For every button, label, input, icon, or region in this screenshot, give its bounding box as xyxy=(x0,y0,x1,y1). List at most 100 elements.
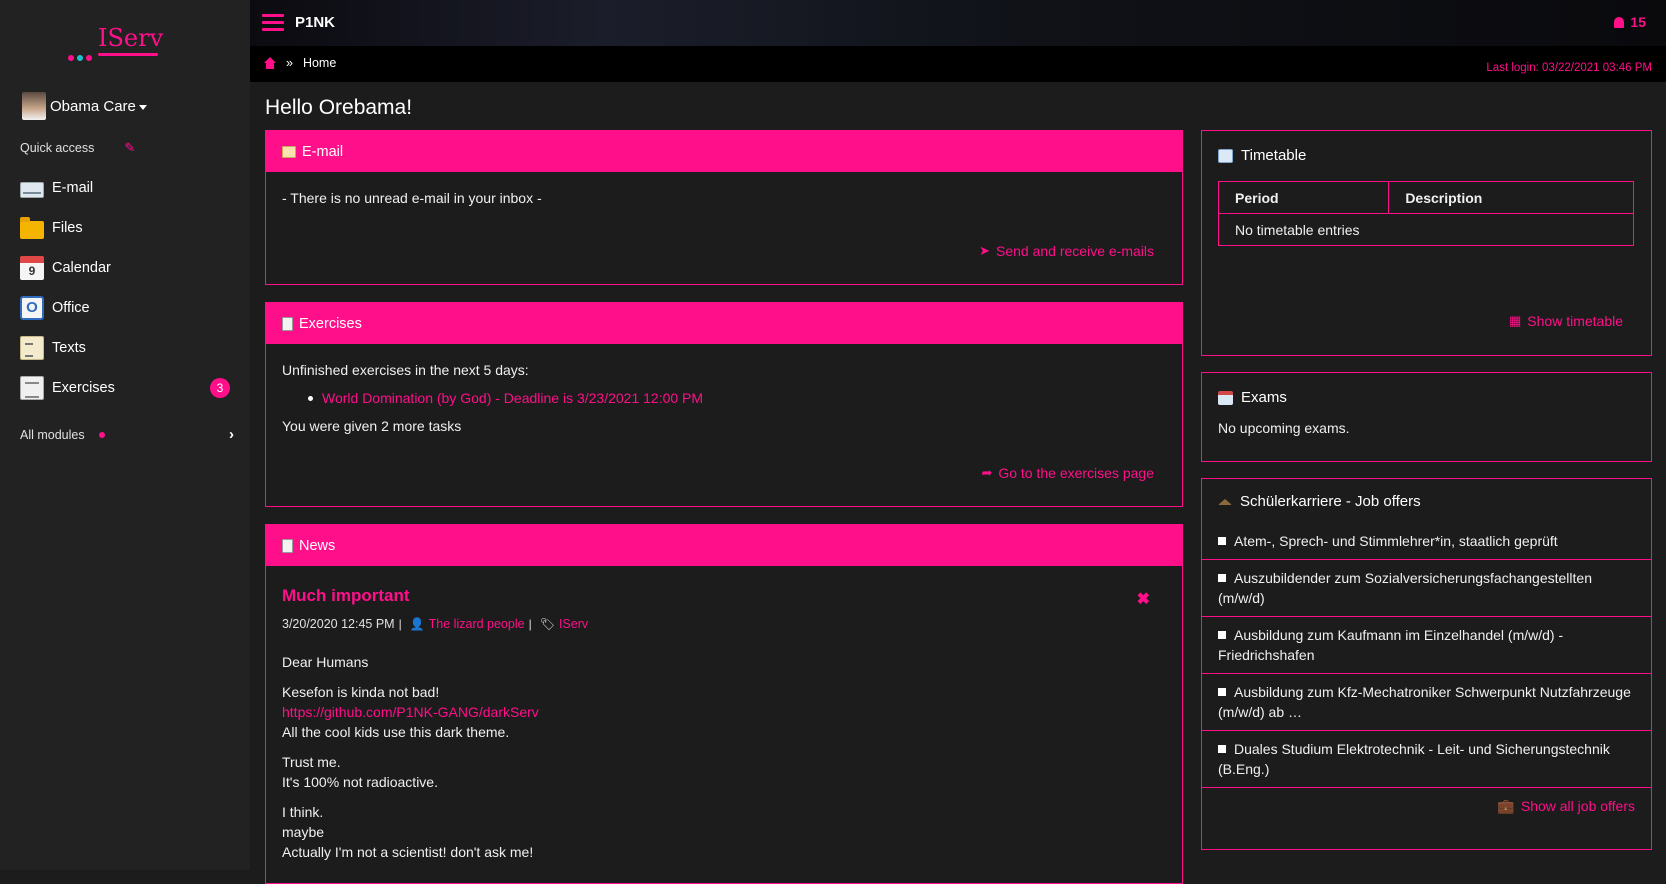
sidebar-item-exercises[interactable]: Exercises 3 xyxy=(0,368,250,408)
pencil-icon[interactable]: ✎ xyxy=(124,140,135,156)
table-row: No timetable entries xyxy=(1218,213,1634,246)
texts-icon xyxy=(20,336,44,360)
timetable-panel-header: Timetable xyxy=(1202,131,1651,164)
job-offer-title: Atem-, Sprech- und Stimmlehrer*in, staat… xyxy=(1234,533,1558,549)
timetable-icon xyxy=(1218,148,1233,163)
news-paragraph: Kesefon is kinda not bad! https://github… xyxy=(282,682,1166,742)
news-paragraph: I think. maybe Actually I'm not a scient… xyxy=(282,802,1166,862)
column-header-description: Description xyxy=(1388,181,1634,214)
user-icon: 👤 xyxy=(409,617,425,631)
job-offer-title: Auszubildender zum Sozialversicherungsfa… xyxy=(1218,570,1592,606)
sidebar-item-label: E-mail xyxy=(52,180,94,196)
job-offer-title: Duales Studium Elektrotechnik - Leit- un… xyxy=(1218,741,1610,777)
list-item[interactable]: Duales Studium Elektrotechnik - Leit- un… xyxy=(1202,730,1651,787)
sidebar-item-office[interactable]: O Office xyxy=(0,288,250,328)
send-receive-emails-link[interactable]: ➤ Send and receive e-mails xyxy=(979,243,1154,259)
news-post-tag[interactable]: IServ xyxy=(559,614,588,634)
mail-icon xyxy=(20,182,44,198)
square-bullet-icon xyxy=(1218,537,1226,545)
chevron-right-icon: › xyxy=(229,426,234,443)
timetable-empty: No timetable entries xyxy=(1218,213,1634,246)
job-offer-title: Ausbildung zum Kaufmann im Einzelhandel … xyxy=(1218,627,1564,663)
job-offers-panel-header: Schülerkarriere - Job offers xyxy=(1202,479,1651,510)
exercises-count-badge: 3 xyxy=(210,378,230,398)
list-item[interactable]: Ausbildung zum Kfz-Mechatroniker Schwerp… xyxy=(1202,673,1651,730)
mail-icon xyxy=(282,145,296,158)
news-line: I think. xyxy=(282,804,324,820)
job-offer-title: Ausbildung zum Kfz-Mechatroniker Schwerp… xyxy=(1218,684,1631,720)
show-timetable-link[interactable]: ▦ Show timetable xyxy=(1509,313,1623,329)
briefcase-icon: 💼 xyxy=(1497,798,1515,814)
clipboard-icon xyxy=(282,316,293,331)
news-link[interactable]: https://github.com/P1NK-GANG/darkServ xyxy=(282,704,539,720)
sidebar-item-calendar[interactable]: 9 Calendar xyxy=(0,248,250,288)
email-panel-body: - There is no unread e-mail in your inbo… xyxy=(266,172,1182,224)
news-line: All the cool kids use this dark theme. xyxy=(282,724,510,740)
sidebar-item-label: Texts xyxy=(52,340,86,356)
news-line: maybe xyxy=(282,824,325,840)
exercises-panel: Exercises Unfinished exercises in the ne… xyxy=(265,302,1183,507)
breadcrumb-current: Home xyxy=(302,56,337,70)
sidebar-item-texts[interactable]: Texts xyxy=(0,328,250,368)
show-all-job-offers-link[interactable]: 💼 Show all job offers xyxy=(1497,798,1635,814)
news-post-author[interactable]: The lizard people xyxy=(429,614,525,634)
sidebar-item-label: Files xyxy=(52,220,83,236)
folder-icon xyxy=(20,217,44,239)
sidebar: IServ Obama Care Quick access ✎ E-mail F… xyxy=(0,0,250,870)
send-icon: ➤ xyxy=(979,243,991,258)
news-line: Trust me. xyxy=(282,754,341,770)
avatar xyxy=(22,92,46,120)
exercises-panel-body: Unfinished exercises in the next 5 days:… xyxy=(266,344,1182,452)
square-bullet-icon xyxy=(1218,631,1226,639)
timetable-panel-title: Timetable xyxy=(1241,147,1307,164)
sidebar-item-email[interactable]: E-mail xyxy=(0,168,250,208)
hamburger-menu-icon[interactable] xyxy=(262,14,284,32)
timetable-panel: Timetable Period Description No timetabl… xyxy=(1201,130,1652,356)
show-timetable-label: Show timetable xyxy=(1527,313,1623,329)
sidebar-item-files[interactable]: Files xyxy=(0,208,250,248)
list-item[interactable]: Auszubildender zum Sozialversicherungsfa… xyxy=(1202,559,1651,616)
task-list: World Domination (by God) - Deadline is … xyxy=(308,388,1166,408)
exams-calendar-icon xyxy=(1218,390,1233,405)
close-icon[interactable]: ✖ xyxy=(1137,589,1150,609)
exams-panel-header: Exams xyxy=(1202,373,1651,406)
square-bullet-icon xyxy=(1218,745,1226,753)
exercises-panel-header: Exercises xyxy=(266,303,1182,344)
go-to-exercises-link[interactable]: ➦ Go to the exercises page xyxy=(981,465,1154,481)
news-line: Kesefon is kinda not bad! xyxy=(282,684,440,700)
list-item[interactable]: Ausbildung zum Kaufmann im Einzelhandel … xyxy=(1202,616,1651,673)
column-header-period: Period xyxy=(1217,181,1390,214)
calendar-icon: 9 xyxy=(20,256,44,280)
news-panel-title: News xyxy=(299,537,336,554)
news-post-title[interactable]: Much important xyxy=(282,586,1166,606)
breadcrumb-separator: » xyxy=(286,56,293,70)
show-all-job-offers-label: Show all job offers xyxy=(1520,798,1635,814)
top-bar-title: P1NK xyxy=(295,14,336,31)
news-panel: News ✖ Much important 3/20/2020 12:45 PM… xyxy=(265,524,1183,884)
exercises-icon xyxy=(20,376,44,400)
list-item[interactable]: Atem-, Sprech- und Stimmlehrer*in, staat… xyxy=(1202,523,1651,559)
notifications-button[interactable]: 15 xyxy=(1614,14,1646,30)
user-menu[interactable]: Obama Care xyxy=(22,92,147,120)
home-icon[interactable] xyxy=(264,57,276,69)
exams-panel: Exams No upcoming exams. xyxy=(1201,372,1652,462)
square-bullet-icon xyxy=(1218,574,1226,582)
newspaper-icon xyxy=(282,538,293,553)
task-link[interactable]: World Domination (by God) - Deadline is … xyxy=(322,390,703,406)
quick-access: Quick access ✎ xyxy=(20,140,135,156)
timetable-table: Period Description No timetable entries xyxy=(1217,181,1634,246)
job-offers-panel: Schülerkarriere - Job offers Atem-, Spre… xyxy=(1201,478,1652,850)
exams-empty: No upcoming exams. xyxy=(1218,420,1350,436)
exercises-intro: Unfinished exercises in the next 5 days: xyxy=(282,362,529,378)
sidebar-nav: E-mail Files 9 Calendar O Office Texts E… xyxy=(0,168,250,408)
all-modules-label: All modules xyxy=(20,427,85,442)
news-line: Actually I'm not a scientist! don't ask … xyxy=(282,844,534,860)
all-modules-toggle[interactable]: All modules › xyxy=(20,426,234,443)
news-post-meta: 3/20/2020 12:45 PM | 👤 The lizard people… xyxy=(282,614,1166,634)
email-panel: E-mail - There is no unread e-mail in yo… xyxy=(265,130,1183,285)
sidebar-item-label: Office xyxy=(52,300,90,316)
meta-separator: | xyxy=(398,617,402,631)
iserv-logo[interactable]: IServ xyxy=(68,24,168,61)
meta-separator: | xyxy=(528,617,532,631)
sidebar-item-label: Exercises xyxy=(52,380,115,396)
